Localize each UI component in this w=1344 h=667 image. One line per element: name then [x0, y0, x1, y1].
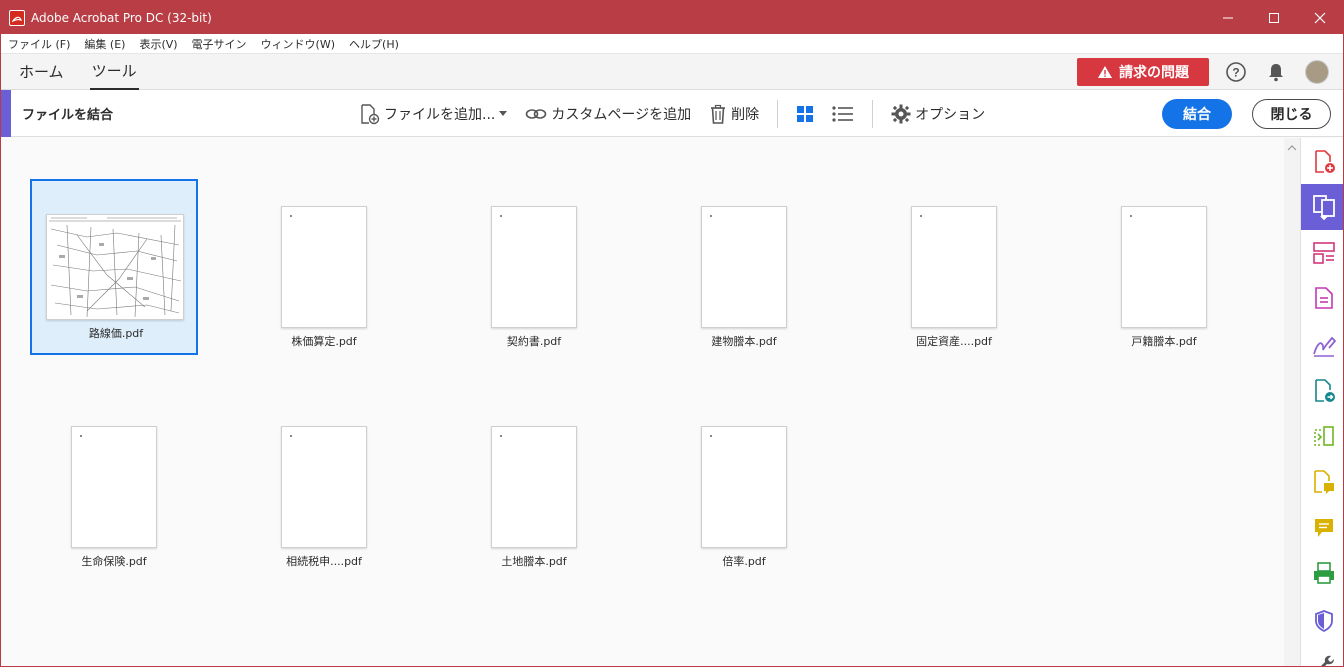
export-pdf-icon[interactable] — [1301, 371, 1343, 411]
file-tile[interactable]: 建物謄本.pdf — [620, 179, 788, 355]
user-avatar[interactable] — [1305, 60, 1329, 84]
file-name: 相続税申....pdf — [286, 555, 362, 568]
file-tile[interactable]: 倍率.pdf — [620, 399, 788, 575]
toolbar-actions: ファイルを追加... カスタムページを追加 削除 オプション — [358, 90, 1003, 137]
map-page-thumbnail — [46, 214, 184, 320]
create-pdf-icon[interactable] — [1301, 142, 1343, 182]
acrobat-window: Adobe Acrobat Pro DC (32-bit) ファイル (F) 編… — [0, 0, 1344, 667]
close-window-button[interactable] — [1297, 1, 1343, 34]
menu-bar: ファイル (F) 編集 (E) 表示(V) 電子サイン ウィンドウ(W) ヘルプ… — [1, 34, 1343, 54]
file-tile[interactable]: 戸籍謄本.pdf — [1040, 179, 1208, 355]
file-tile[interactable]: 契約書.pdf — [410, 179, 578, 355]
tab-home[interactable]: ホーム — [17, 54, 66, 90]
scroll-up-icon[interactable] — [1284, 140, 1300, 156]
page-thumbnail — [911, 206, 997, 328]
page-thumbnail — [491, 426, 577, 548]
list-view-icon — [832, 105, 854, 122]
maximize-button[interactable] — [1251, 1, 1297, 34]
options-label: オプション — [915, 106, 986, 123]
notification-bell-icon[interactable] — [1265, 61, 1287, 83]
file-name: 株価算定.pdf — [291, 335, 357, 348]
sign-icon[interactable] — [1301, 326, 1343, 366]
chevron-down-icon — [499, 110, 508, 116]
minimize-button[interactable] — [1205, 1, 1251, 34]
grid-view-button[interactable] — [796, 105, 814, 123]
file-tile[interactable]: 生命保険.pdf — [1, 399, 158, 575]
file-tile[interactable]: 土地謄本.pdf — [410, 399, 578, 575]
page-thumbnail — [1121, 206, 1207, 328]
file-tile[interactable]: 相続税申....pdf — [200, 399, 368, 575]
file-name: 固定資産....pdf — [916, 335, 992, 348]
menu-help[interactable]: ヘルプ(H) — [342, 36, 406, 52]
comment-file-icon[interactable] — [1301, 462, 1343, 502]
menu-esign[interactable]: 電子サイン — [185, 36, 254, 52]
acrobat-logo-icon — [9, 9, 25, 26]
file-name: 土地謄本.pdf — [501, 555, 567, 568]
title-bar: Adobe Acrobat Pro DC (32-bit) — [1, 1, 1343, 34]
toolbar-divider — [777, 99, 779, 128]
file-name: 建物謄本.pdf — [711, 335, 777, 348]
toolbar-divider — [872, 99, 874, 128]
tab-tools[interactable]: ツール — [89, 54, 139, 90]
scan-ocr-icon[interactable] — [1301, 553, 1343, 593]
help-icon[interactable]: ? — [1225, 61, 1247, 83]
tool-accent-bar — [1, 90, 11, 137]
billing-alert-label: 請求の問題 — [1119, 65, 1189, 81]
page-thumbnail — [281, 426, 367, 548]
menu-file[interactable]: ファイル (F) — [1, 36, 77, 52]
list-view-button[interactable] — [832, 105, 854, 123]
menu-view[interactable]: 表示(V) — [132, 36, 184, 52]
comment-icon[interactable] — [1301, 508, 1343, 548]
add-custom-page-button[interactable]: カスタムページを追加 — [525, 104, 691, 124]
warning-icon — [1098, 66, 1112, 78]
file-name: 路線価.pdf — [88, 327, 144, 340]
trash-icon — [711, 104, 726, 124]
add-custom-page-label: カスタムページを追加 — [551, 106, 692, 123]
tab-bar: ホーム ツール 請求の問題 ? — [1, 54, 1343, 90]
billing-alert-button[interactable]: 請求の問題 — [1077, 58, 1209, 86]
menu-window[interactable]: ウィンドウ(W) — [254, 36, 342, 52]
delete-button[interactable]: 削除 — [709, 104, 759, 124]
combine-button[interactable]: 結合 — [1162, 99, 1232, 129]
file-name: 生命保険.pdf — [81, 555, 147, 568]
vertical-scrollbar[interactable] — [1284, 138, 1300, 666]
page-thumbnail — [71, 426, 157, 548]
file-tile[interactable]: 固定資産....pdf — [830, 179, 998, 355]
more-tools-wrench-icon[interactable] — [1301, 643, 1343, 666]
page-thumbnail — [491, 206, 577, 328]
tool-title: ファイルを結合 — [22, 107, 114, 123]
combine-files-icon[interactable] — [1301, 184, 1343, 230]
page-thumbnail — [701, 426, 787, 548]
combine-toolbar: ファイルを結合 ファイルを追加... カスタムページを追加 削除 オプション 結… — [1, 90, 1343, 137]
protect-shield-icon[interactable] — [1301, 601, 1343, 641]
compare-files-icon[interactable] — [1301, 416, 1343, 456]
grid-view-icon — [797, 105, 814, 122]
window-title: Adobe Acrobat Pro DC (32-bit) — [31, 10, 212, 25]
link-icon — [526, 108, 547, 119]
delete-label: 削除 — [731, 106, 760, 123]
page-thumbnail — [281, 206, 367, 328]
file-thumbnail-canvas: 路線価.pdf 株価算定.pdf 契約書.pdf 建物謄本.pdf 固定資産..… — [1, 138, 1284, 666]
gear-icon — [891, 104, 911, 123]
file-name: 契約書.pdf — [506, 335, 562, 348]
add-file-icon — [361, 103, 380, 124]
menu-edit[interactable]: 編集 (E) — [77, 36, 132, 52]
right-tools-pane — [1300, 138, 1343, 666]
file-tile[interactable]: 株価算定.pdf — [200, 179, 368, 355]
page-thumbnail — [701, 206, 787, 328]
add-files-label: ファイルを追加... — [384, 106, 496, 123]
svg-text:?: ? — [1232, 66, 1239, 80]
file-tile-selected[interactable]: 路線価.pdf — [30, 179, 198, 355]
organize-pages-icon[interactable] — [1301, 233, 1343, 273]
fill-form-icon[interactable] — [1301, 278, 1343, 318]
file-name: 戸籍謄本.pdf — [1131, 335, 1197, 348]
file-name: 倍率.pdf — [722, 555, 766, 568]
tab-bar-actions: 請求の問題 ? — [1077, 58, 1329, 86]
options-button[interactable]: オプション — [891, 104, 985, 124]
add-files-button[interactable]: ファイルを追加... — [358, 103, 508, 125]
close-tool-button[interactable]: 閉じる — [1252, 99, 1331, 129]
